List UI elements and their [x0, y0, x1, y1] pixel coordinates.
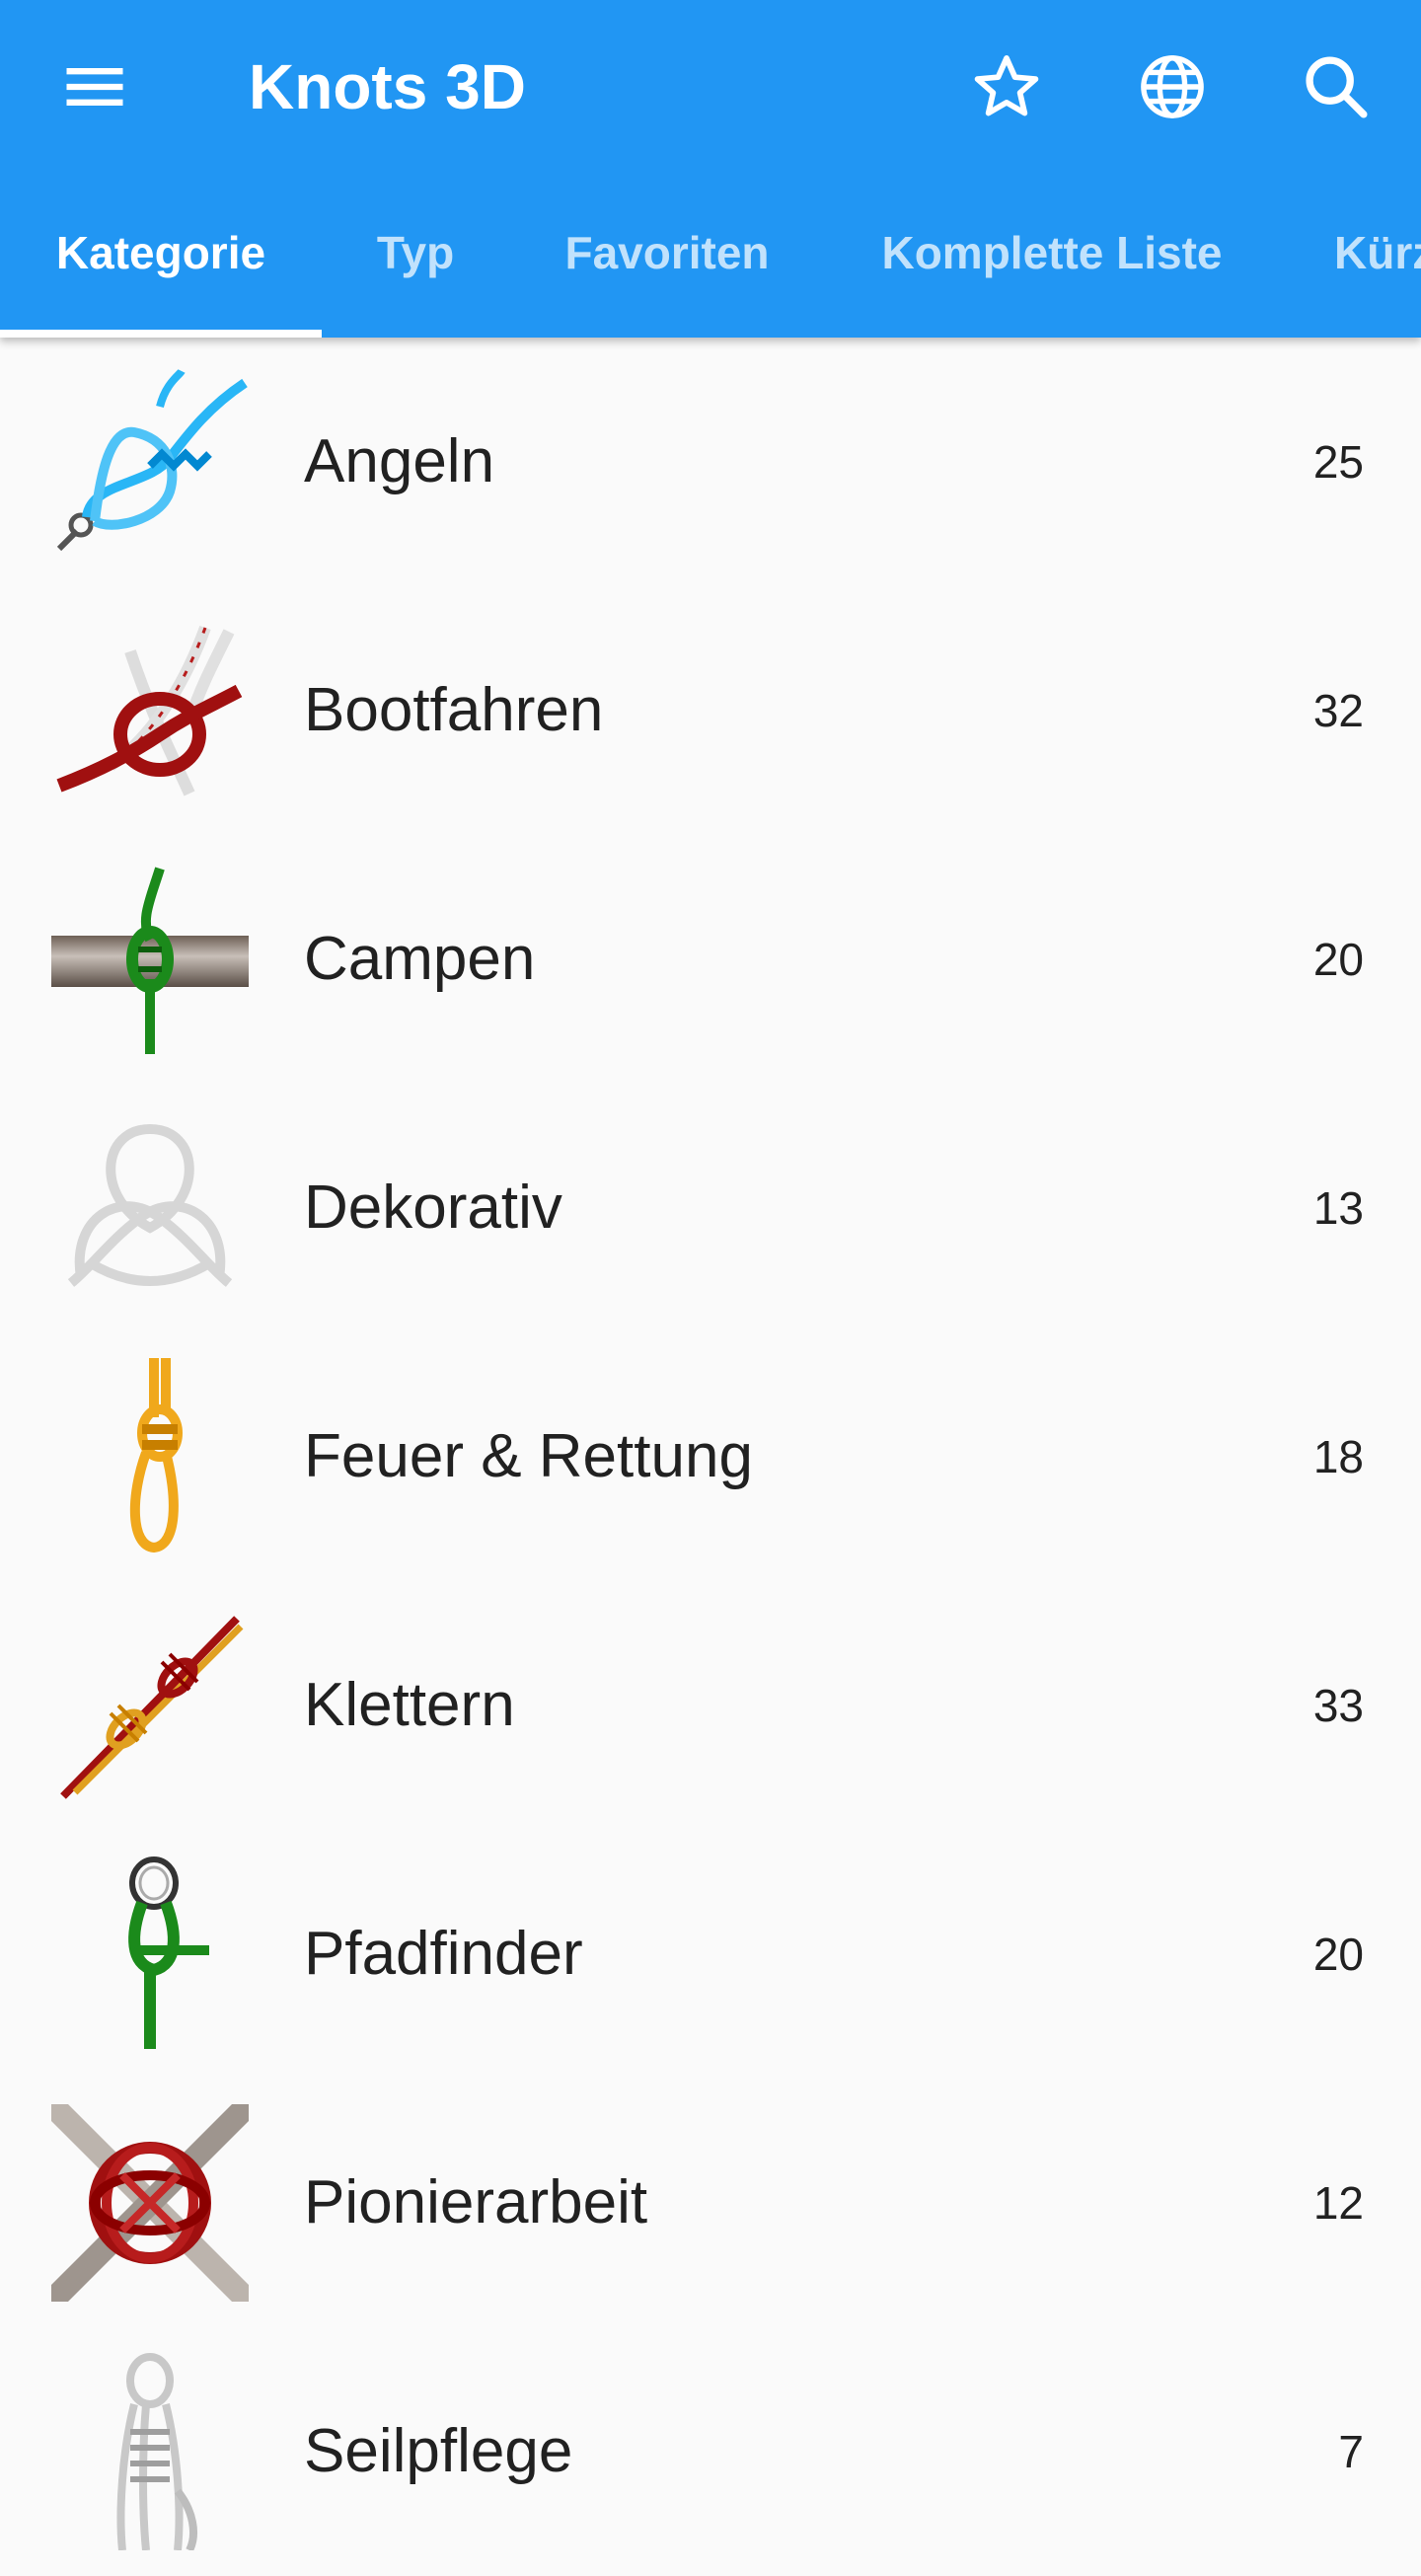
category-label: Campen — [304, 925, 536, 993]
category-count: 20 — [1312, 1929, 1364, 1980]
decorative-knot-icon — [51, 1109, 249, 1307]
toolbar: Knots 3D — [0, 0, 1421, 174]
category-count: 13 — [1312, 1182, 1364, 1234]
category-list: Angeln 25 Bootfahren 32 Campen 20 Dekora… — [0, 338, 1421, 2576]
category-count: 7 — [1338, 2426, 1364, 2477]
category-count: 25 — [1312, 436, 1364, 488]
category-label: Dekorativ — [304, 1174, 562, 1242]
list-item[interactable]: Seilpflege 7 — [0, 2327, 1421, 2576]
rescue-knot-icon — [51, 1358, 249, 1555]
tab-indicator — [0, 330, 322, 338]
tab-favoriten[interactable]: Favoriten — [509, 174, 825, 338]
list-item[interactable]: Bootfahren 32 — [0, 586, 1421, 835]
category-label: Feuer & Rettung — [304, 1422, 753, 1490]
camping-knot-icon — [51, 861, 249, 1058]
search-icon[interactable] — [1289, 39, 1384, 134]
list-item[interactable]: Angeln 25 — [0, 338, 1421, 586]
pioneering-knot-icon — [42, 2095, 258, 2311]
category-label: Bootfahren — [304, 676, 604, 744]
fishing-knot-icon — [51, 363, 249, 561]
list-item[interactable]: Feuer & Rettung 18 — [0, 1332, 1421, 1581]
category-count: 20 — [1312, 934, 1364, 985]
category-label: Pfadfinder — [304, 1920, 583, 1988]
tab-kategorie[interactable]: Kategorie — [0, 174, 322, 338]
category-label: Seilpflege — [304, 2417, 573, 2485]
tab-bar: Kategorie Typ Favoriten Komplette Liste … — [0, 174, 1421, 338]
rope-care-knot-icon — [51, 2353, 249, 2552]
boating-knot-icon — [51, 612, 249, 809]
list-item[interactable]: Campen 20 — [0, 835, 1421, 1084]
tab-kuerzlich[interactable]: Kürz — [1279, 174, 1421, 338]
tab-komplette-liste[interactable]: Komplette Liste — [825, 174, 1279, 338]
list-item[interactable]: Pfadfinder 20 — [0, 1830, 1421, 2079]
menu-icon[interactable] — [47, 39, 142, 134]
list-item[interactable]: Pionierarbeit 12 — [0, 2079, 1421, 2327]
scouting-knot-icon — [51, 1856, 249, 2053]
category-label: Klettern — [304, 1671, 515, 1739]
category-label: Angeln — [304, 427, 495, 495]
app-title: Knots 3D — [249, 51, 526, 122]
app-bar: Knots 3D Kategorie Typ Favoriten Komplet… — [0, 0, 1421, 338]
globe-icon[interactable] — [1125, 39, 1220, 134]
category-count: 32 — [1312, 685, 1364, 736]
category-count: 33 — [1312, 1680, 1364, 1731]
category-count: 12 — [1312, 2177, 1364, 2229]
climbing-knot-icon — [51, 1607, 249, 1804]
star-icon[interactable] — [959, 39, 1054, 134]
list-item[interactable]: Klettern 33 — [0, 1581, 1421, 1830]
category-label: Pionierarbeit — [304, 2168, 648, 2236]
category-count: 18 — [1312, 1431, 1364, 1482]
list-item[interactable]: Dekorativ 13 — [0, 1084, 1421, 1332]
tab-typ[interactable]: Typ — [322, 174, 509, 338]
